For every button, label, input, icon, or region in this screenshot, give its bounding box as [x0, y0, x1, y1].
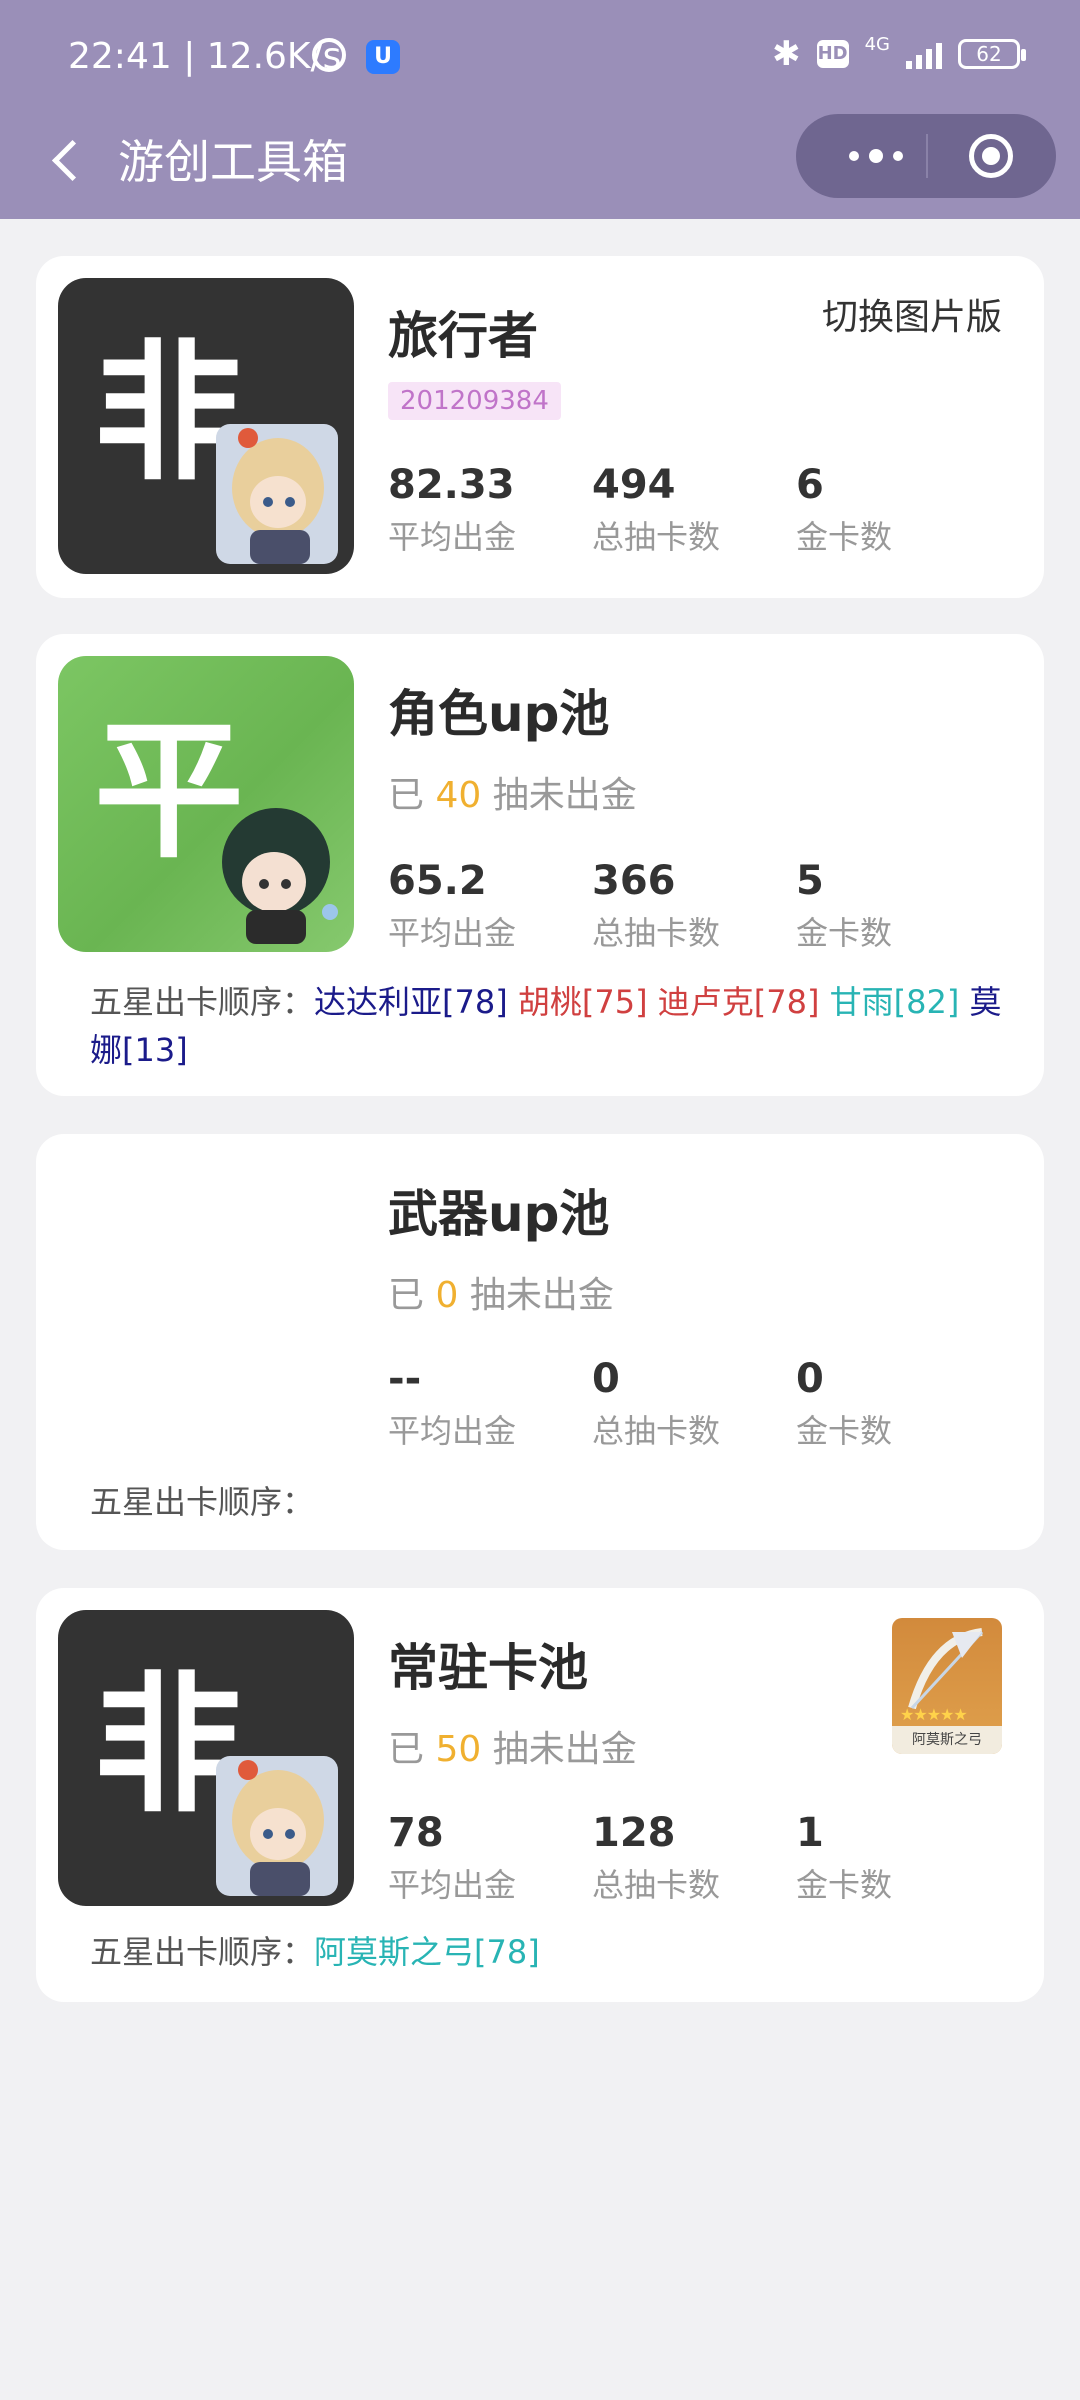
- status-bar: 22:41 | 12.6K/s U ✱ HD 4G 62: [0, 0, 1080, 120]
- chibi-girl-icon: [216, 1756, 338, 1896]
- stat-label: 金卡数: [796, 914, 893, 952]
- more-options-icon[interactable]: [826, 114, 926, 198]
- stat-avg: 78 平均出金: [388, 1810, 568, 1906]
- chibi-boy-icon: [222, 808, 338, 944]
- status-time: 22:41 | 12.6K/s: [68, 36, 342, 77]
- signal-icon: [906, 39, 942, 69]
- nav-bar: 游创工具箱: [0, 112, 1080, 219]
- pity-prefix: 已: [388, 775, 425, 816]
- back-icon[interactable]: [40, 132, 100, 192]
- order-label: 五星出卡顺序：: [90, 1483, 315, 1521]
- order-item: 达达利亚[78]: [314, 983, 508, 1021]
- pity-suffix: 抽未出金: [492, 1729, 637, 1770]
- stat-gold: 5 金卡数: [796, 858, 976, 954]
- weapon-caption: 阿莫斯之弓: [892, 1726, 1002, 1754]
- top-bar: 22:41 | 12.6K/s U ✱ HD 4G 62 游创工具箱: [0, 0, 1080, 219]
- order-item: 阿莫斯之弓[78]: [314, 1933, 540, 1971]
- pool-title: 常驻卡池: [388, 1639, 588, 1697]
- bluetooth-icon: ✱: [772, 34, 801, 74]
- stat-total: 0 总抽卡数: [592, 1356, 772, 1452]
- pity-number: 50: [435, 1729, 482, 1770]
- stat-label: 平均出金: [388, 914, 517, 952]
- status-right: ✱ HD 4G 62: [772, 33, 1026, 74]
- hd-badge: HD: [816, 40, 849, 68]
- pool-card-weapon: 武器up池 已 0 抽未出金 -- 平均出金 0 总抽卡数 0 金卡数 五星出卡…: [36, 1134, 1044, 1550]
- order-item: 甘雨[82]: [829, 983, 960, 1021]
- stat-gold: 0 金卡数: [796, 1356, 976, 1452]
- pool-card-character: 平 角色up池 已 40 抽未出金 65.2 平均出金 366 总抽卡数 5 金…: [36, 634, 1044, 1096]
- profile-card: 非 旅行者 201209384 切换图片版 82.33 平均出金 494 总抽卡…: [36, 256, 1044, 598]
- pity-suffix: 抽未出金: [492, 775, 637, 816]
- stat-label: 平均出金: [388, 518, 517, 556]
- five-star-order: 五星出卡顺序：阿莫斯之弓[78]: [90, 1928, 1010, 1976]
- uid-badge: 201209384: [388, 382, 561, 420]
- switch-image-mode-button[interactable]: 切换图片版: [822, 288, 1002, 340]
- close-mini-program-icon[interactable]: [969, 134, 1013, 178]
- stat-total: 366 总抽卡数: [592, 858, 772, 954]
- pity-suffix: 抽未出金: [469, 1275, 614, 1316]
- alarm-icon: [312, 38, 346, 72]
- stat-value: 82.33: [388, 462, 515, 508]
- battery-icon: 62: [958, 39, 1026, 69]
- five-star-order: 五星出卡顺序：达达利亚[78] 胡桃[75] 迪卢克[78] 甘雨[82] 莫娜…: [90, 978, 1010, 1074]
- stat-total: 128 总抽卡数: [592, 1810, 772, 1906]
- stat-value: 5: [796, 858, 824, 904]
- stat-value: 0: [796, 1356, 824, 1402]
- stat-total: 494 总抽卡数: [592, 462, 772, 558]
- pity-counter: 已 40 抽未出金: [388, 766, 637, 818]
- stat-label: 总抽卡数: [592, 1866, 721, 1904]
- stat-gold: 1 金卡数: [796, 1810, 976, 1906]
- pity-counter: 已 50 抽未出金: [388, 1720, 637, 1772]
- pool-card-standard: 非 常驻卡池 ★★★★★ 阿莫斯之弓 已 50 抽未出金 78 平均出金 128…: [36, 1588, 1044, 2002]
- pool-title: 武器up池: [388, 1185, 610, 1243]
- stat-value: --: [388, 1356, 422, 1402]
- stat-avg: -- 平均出金: [388, 1356, 568, 1452]
- stat-avg: 65.2 平均出金: [388, 858, 568, 954]
- pool-title: 角色up池: [388, 685, 610, 743]
- five-star-order: 五星出卡顺序：: [90, 1478, 1010, 1526]
- pool-thumbnail: 平: [58, 656, 354, 952]
- stat-avg: 82.33 平均出金: [388, 462, 568, 558]
- stat-value: 6: [796, 462, 824, 508]
- stat-value: 128: [592, 1810, 676, 1856]
- order-label: 五星出卡顺序：: [90, 1933, 315, 1971]
- chibi-girl-icon: [216, 424, 338, 564]
- stat-gold: 6 金卡数: [796, 462, 976, 558]
- stat-value: 494: [592, 462, 676, 508]
- pity-prefix: 已: [388, 1275, 425, 1316]
- stat-label: 总抽卡数: [592, 914, 721, 952]
- mini-program-capsule: [796, 114, 1056, 198]
- stat-value: 78: [388, 1810, 444, 1856]
- player-name: 旅行者: [388, 307, 538, 365]
- stat-label: 平均出金: [388, 1412, 517, 1450]
- pity-number: 0: [435, 1275, 459, 1316]
- pity-counter: 已 0 抽未出金: [388, 1266, 614, 1318]
- stat-label: 总抽卡数: [592, 1412, 721, 1450]
- stat-label: 总抽卡数: [592, 518, 721, 556]
- stat-label: 金卡数: [796, 518, 893, 556]
- pity-number: 40: [435, 775, 482, 816]
- star-rating-icon: ★★★★★: [900, 1705, 968, 1724]
- stat-value: 65.2: [388, 858, 487, 904]
- stat-label: 金卡数: [796, 1412, 893, 1450]
- stat-label: 金卡数: [796, 1866, 893, 1904]
- stat-value: 1: [796, 1810, 824, 1856]
- capsule-divider: [926, 134, 928, 178]
- stat-value: 0: [592, 1356, 620, 1402]
- pity-prefix: 已: [388, 1729, 425, 1770]
- bow-weapon-icon: ★★★★★ 阿莫斯之弓: [892, 1618, 1002, 1754]
- order-item: 迪卢克[78]: [657, 983, 820, 1021]
- profile-thumbnail: 非: [58, 278, 354, 574]
- stat-label: 平均出金: [388, 1866, 517, 1904]
- page-title: 游创工具箱: [118, 135, 348, 189]
- order-item: 胡桃[75]: [517, 983, 648, 1021]
- pool-thumbnail: 非: [58, 1610, 354, 1906]
- network-label: 4G: [864, 33, 890, 55]
- order-label: 五星出卡顺序：: [90, 983, 315, 1021]
- app-shield-icon: U: [366, 40, 400, 74]
- stat-value: 366: [592, 858, 676, 904]
